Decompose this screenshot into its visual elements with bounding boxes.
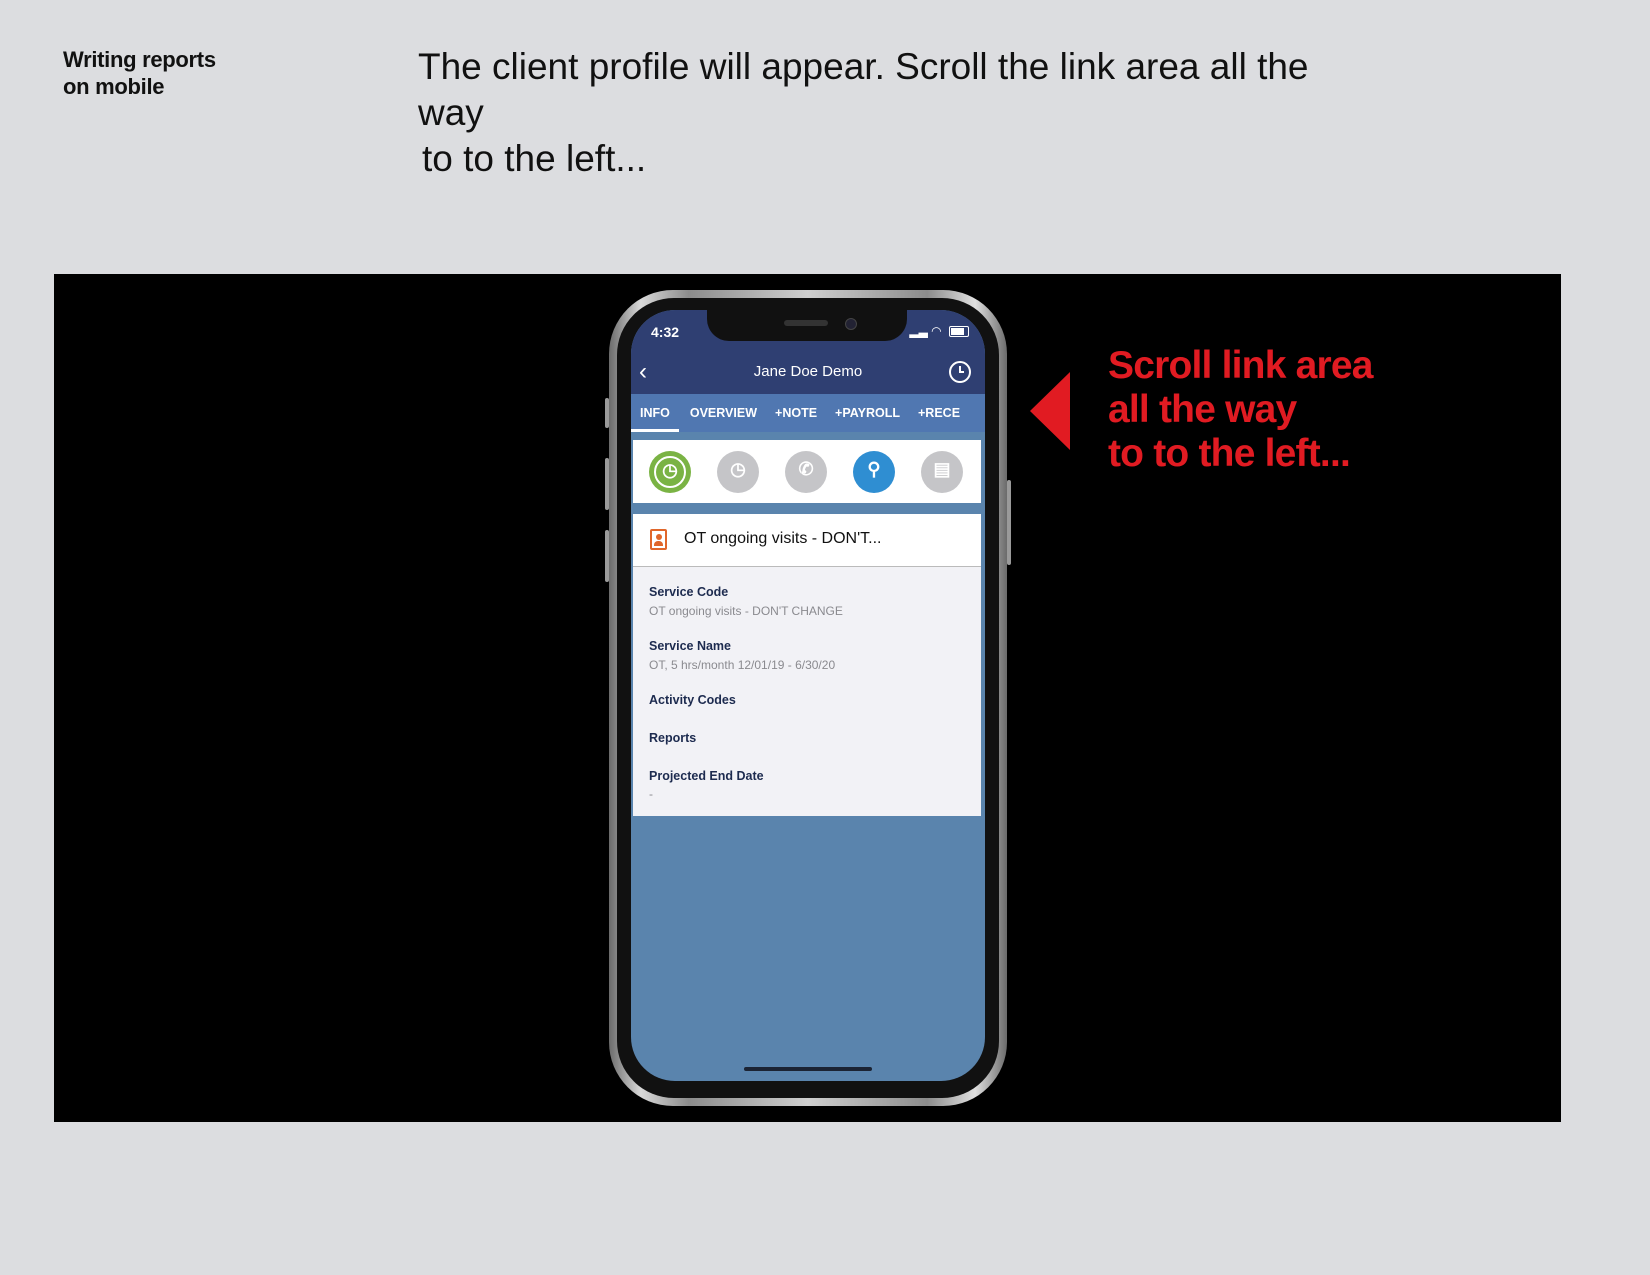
phone-notch <box>707 310 907 341</box>
callout-line-1: Scroll link area <box>1108 344 1373 387</box>
phone-power-button <box>1007 480 1011 565</box>
home-indicator <box>744 1067 872 1071</box>
camera <box>845 318 857 330</box>
phone-screen: 4:32 ▂▃ ◠ ‹ Jane Doe Demo INFO OVERVIEW +N… <box>631 310 985 1081</box>
callout-arrow-icon <box>1030 372 1070 450</box>
callout-text: Scroll link area all the way to to the l… <box>1108 344 1373 476</box>
field-label-projected-end-date: Projected End Date <box>649 769 764 783</box>
link-tabs-scroll-area[interactable]: INFO OVERVIEW +NOTE +PAYROLL +RECE <box>631 394 985 432</box>
battery-icon <box>949 326 969 338</box>
field-label-service-name: Service Name <box>649 639 732 653</box>
service-card-title: OT ongoing visits - DON'T... <box>684 530 882 547</box>
field-label-activity-codes: Activity Codes <box>649 693 736 707</box>
quick-action-bar: ◷ ◷ ✆ ⚲ ▤ <box>633 440 981 503</box>
clipboard-person-icon <box>650 529 667 550</box>
field-label-reports: Reports <box>649 731 697 745</box>
tab-receipt[interactable]: +RECE <box>909 394 969 432</box>
callout-line-3: to to the left... <box>1108 432 1351 475</box>
clock-icon[interactable] <box>949 361 971 383</box>
instruction-line-1: The client profile will appear. Scroll t… <box>418 46 1309 133</box>
status-icons: ▂▃ ◠ <box>909 324 969 338</box>
client-name-title: Jane Doe Demo <box>753 363 863 380</box>
field-value-service-name: OT, 5 hrs/month 12/01/19 - 6/30/20 <box>649 658 836 672</box>
side-title-line-1: Writing reports <box>63 47 216 72</box>
instruction-line-2: to to the left... <box>422 138 647 179</box>
field-value-service-code: OT ongoing visits - DON'T CHANGE <box>649 604 843 618</box>
field-label-service-code: Service Code <box>649 585 729 599</box>
speaker <box>784 320 828 326</box>
phone-side-button <box>605 398 609 428</box>
tab-note[interactable]: +NOTE <box>766 394 826 432</box>
contact-card-icon[interactable]: ▤ <box>921 451 963 493</box>
callout-line-2: all the way <box>1108 388 1297 431</box>
instruction-text: The client profile will appear. Scroll t… <box>418 44 1378 182</box>
timer-icon[interactable]: ◷ <box>649 451 691 493</box>
nav-bar: ‹ Jane Doe Demo <box>631 350 985 394</box>
tab-overview[interactable]: OVERVIEW <box>681 394 766 432</box>
tab-info[interactable]: INFO <box>631 394 679 432</box>
status-time: 4:32 <box>651 324 680 340</box>
phone-icon[interactable]: ✆ <box>785 451 827 493</box>
service-card-header[interactable]: OT ongoing visits - DON'T... <box>633 514 981 567</box>
location-pin-icon[interactable]: ⚲ <box>853 451 895 493</box>
phone-volume-up <box>605 458 609 510</box>
slide-side-title: Writing reports on mobile <box>63 46 216 100</box>
field-value-projected-end-date: - <box>649 787 653 801</box>
phone-volume-down <box>605 530 609 582</box>
tab-payroll[interactable]: +PAYROLL <box>826 394 909 432</box>
service-details: Service Code OT ongoing visits - DON'T C… <box>633 567 981 816</box>
clock-disabled-icon[interactable]: ◷ <box>717 451 759 493</box>
side-title-line-2: on mobile <box>63 74 165 99</box>
